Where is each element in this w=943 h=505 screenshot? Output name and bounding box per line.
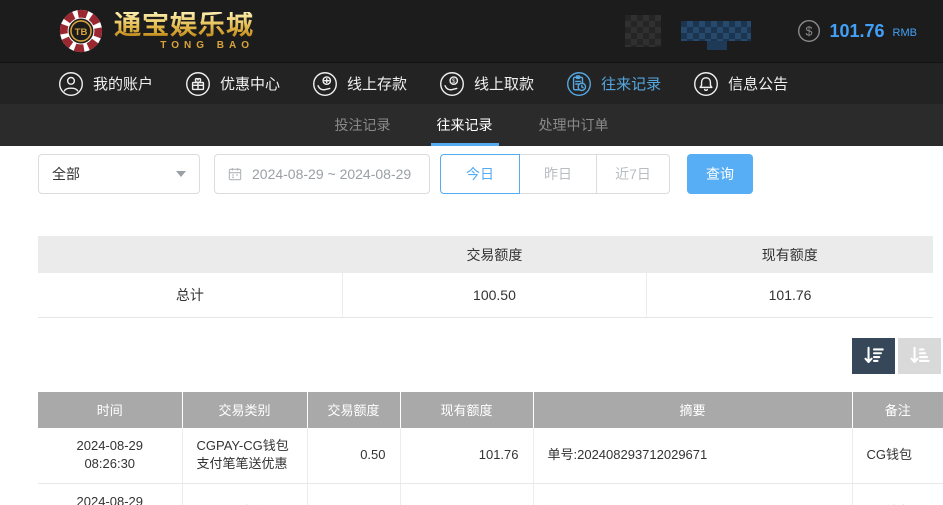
- poker-chip-icon: TB: [58, 8, 104, 54]
- type-dropdown-value: 全部: [52, 164, 80, 184]
- cell-time: 2024-08-29 08:26:30: [38, 484, 182, 505]
- filter-bar: 全部 2024-08-29 ~ 2024-08-29 今日 昨日 近7日 查询: [38, 154, 943, 194]
- clipboard-clock-icon: [566, 71, 592, 97]
- balance-display[interactable]: $ 101.76 RMB: [797, 19, 917, 43]
- last7days-button[interactable]: 近7日: [597, 154, 670, 194]
- sort-descending-icon: [862, 344, 886, 368]
- date-range-input[interactable]: 2024-08-29 ~ 2024-08-29: [214, 154, 430, 194]
- records-header-row: 时间 交易类别 交易额度 现有额度 摘要 备注: [38, 392, 943, 428]
- date-range-value: 2024-08-29 ~ 2024-08-29: [252, 166, 411, 182]
- nav-label: 线上存款: [347, 73, 407, 94]
- nav-label: 往来记录: [601, 73, 661, 94]
- header-remark: 备注: [852, 392, 943, 428]
- today-button[interactable]: 今日: [440, 154, 520, 194]
- tab-label: 处理中订单: [539, 115, 609, 135]
- nav-item-transaction-records[interactable]: 往来记录: [566, 71, 661, 97]
- nav-item-promotions[interactable]: 优惠中心: [185, 71, 280, 97]
- table-row: 2024-08-29 08:26:30 CGPAY支付 100.00 101.2…: [38, 484, 943, 505]
- nav-item-deposit[interactable]: 线上存款: [312, 71, 407, 97]
- tab-pending-orders[interactable]: 处理中订单: [533, 104, 615, 146]
- type-dropdown[interactable]: 全部: [38, 154, 200, 194]
- summary-total-balance: 101.76: [647, 273, 933, 317]
- sort-ascending-button[interactable]: [898, 338, 941, 374]
- cell-summary: 单号:202408293712029671: [533, 484, 852, 505]
- balance-currency: RMB: [893, 27, 917, 39]
- main-navigation: 我的账户 优惠中心 线上存款 $ 线上取款: [0, 62, 943, 104]
- cell-remark: CG钱包: [852, 428, 943, 484]
- summary-total-row: 总计 100.50 101.76: [38, 273, 933, 317]
- brand-subtitle: TONG BAO: [160, 41, 254, 51]
- tab-label: 往来记录: [437, 115, 493, 135]
- cell-type: CGPAY-CG钱包支付笔笔送优惠: [182, 428, 307, 484]
- header-amount: 交易额度: [307, 392, 400, 428]
- nav-label: 信息公告: [728, 73, 788, 94]
- sort-ascending-icon: [908, 344, 932, 368]
- cell-amount: 100.00: [307, 484, 400, 505]
- cell-time: 2024-08-29 08:26:30: [38, 428, 182, 484]
- cell-balance: 101.76: [400, 428, 533, 484]
- header-type: 交易类别: [182, 392, 307, 428]
- records-table: 时间 交易类别 交易额度 现有额度 摘要 备注 2024-08-29 08:26…: [38, 392, 943, 505]
- dollar-coin-icon: $: [797, 19, 821, 43]
- chevron-down-icon: [176, 171, 186, 177]
- nav-item-announcements[interactable]: 信息公告: [693, 71, 788, 97]
- record-subtabs: 投注记录 往来记录 处理中订单: [0, 104, 943, 146]
- hand-coin-withdraw-icon: $: [439, 71, 465, 97]
- censored-username: [681, 21, 751, 41]
- nav-label: 线上取款: [474, 73, 534, 94]
- nav-item-my-account[interactable]: 我的账户: [58, 71, 153, 97]
- tab-transaction-records[interactable]: 往来记录: [431, 104, 499, 146]
- censored-user-avatar: [625, 15, 661, 47]
- svg-text:TB: TB: [75, 27, 88, 38]
- header-summary: 摘要: [533, 392, 852, 428]
- top-header: TB 通宝娱乐城 TONG BAO $ 101.76 RMB: [0, 0, 943, 62]
- summary-total-label: 总计: [38, 273, 342, 317]
- tab-betting-records[interactable]: 投注记录: [329, 104, 397, 146]
- cell-type: CGPAY支付: [182, 484, 307, 505]
- gift-icon: [185, 71, 211, 97]
- sort-descending-button[interactable]: [852, 338, 895, 374]
- summary-header-empty: [38, 236, 342, 273]
- cell-summary: 单号:202408293712029671: [533, 428, 852, 484]
- summary-total-amount: 100.50: [342, 273, 646, 317]
- active-tab-underline: [431, 143, 499, 146]
- cell-remark: CG钱包: [852, 484, 943, 505]
- search-button[interactable]: 查询: [687, 154, 753, 194]
- brand-logo[interactable]: TB 通宝娱乐城 TONG BAO: [58, 8, 254, 54]
- cell-balance: 101.26: [400, 484, 533, 505]
- summary-header-amount: 交易额度: [342, 236, 646, 273]
- header-time: 时间: [38, 392, 182, 428]
- balance-amount: 101.76: [829, 21, 884, 42]
- hand-coin-deposit-icon: [312, 71, 338, 97]
- bell-icon: [693, 71, 719, 97]
- nav-label: 优惠中心: [220, 73, 280, 94]
- quick-date-group: 今日 昨日 近7日: [440, 154, 670, 194]
- tab-label: 投注记录: [335, 115, 391, 135]
- calendar-icon: [227, 166, 243, 182]
- nav-item-withdraw[interactable]: $ 线上取款: [439, 71, 534, 97]
- summary-table: 交易额度 现有额度 总计 100.50 101.76: [38, 236, 933, 318]
- yesterday-button[interactable]: 昨日: [520, 154, 597, 194]
- cell-amount: 0.50: [307, 428, 400, 484]
- summary-header-balance: 现有额度: [647, 236, 933, 273]
- sort-controls: [0, 338, 941, 374]
- svg-text:$: $: [806, 24, 813, 38]
- nav-label: 我的账户: [93, 73, 153, 94]
- brand-title: 通宝娱乐城: [114, 12, 254, 39]
- table-row: 2024-08-29 08:26:30 CGPAY-CG钱包支付笔笔送优惠 0.…: [38, 428, 943, 484]
- header-balance: 现有额度: [400, 392, 533, 428]
- user-icon: [58, 71, 84, 97]
